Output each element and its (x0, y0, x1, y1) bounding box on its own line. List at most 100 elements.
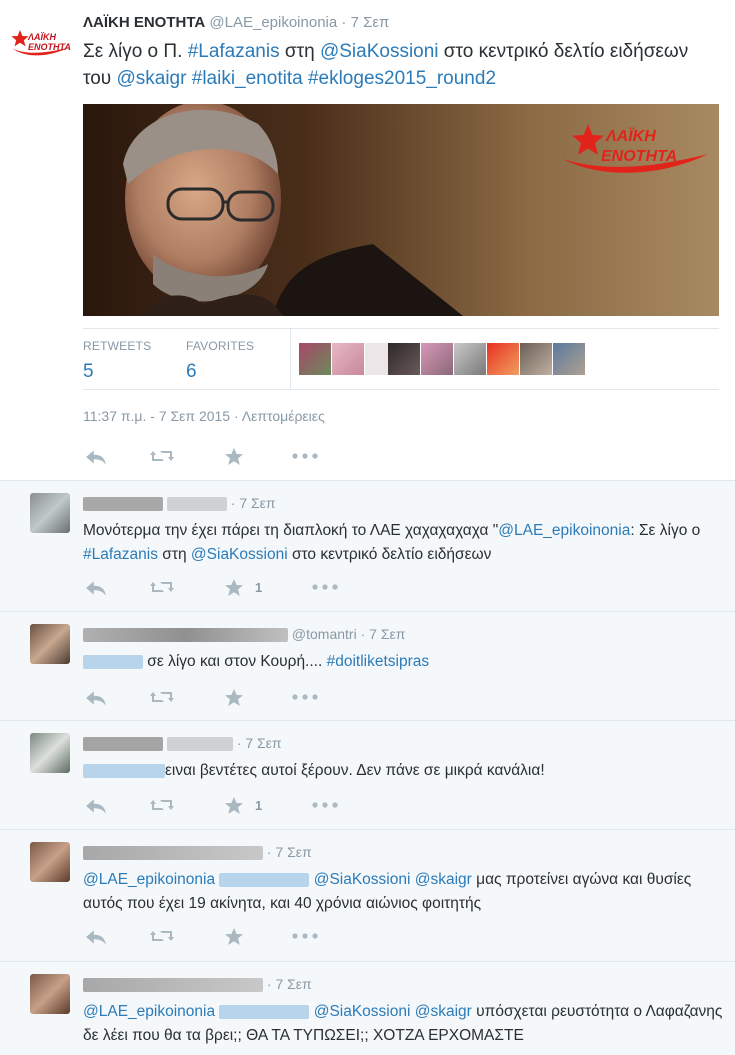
favorite-count: 1 (255, 798, 263, 813)
star-icon (224, 796, 244, 815)
blurred-name (83, 628, 288, 643)
avatar[interactable] (553, 343, 585, 375)
reply-header: @tomantri · 7 Σεπ (83, 626, 405, 644)
retweet-button[interactable] (149, 797, 175, 817)
star-icon (224, 447, 244, 466)
hashtag-lafazanis[interactable]: #Lafazanis (188, 41, 280, 62)
retweets-stat[interactable]: RETWEETS 5 (83, 339, 151, 383)
reply-time[interactable]: 7 Σεπ (239, 495, 275, 511)
avatar[interactable] (421, 343, 453, 375)
reply-tweet[interactable]: · 7 Σεπ Μονότερμα την έχει πάρει τη διαπ… (0, 481, 735, 612)
star-icon (224, 688, 244, 707)
blurred-mention (83, 654, 143, 669)
reply-tweet[interactable]: · 7 Σεπ @LAE_epikoinonia @SiaKossioni @s… (0, 962, 735, 1055)
more-button[interactable] (292, 453, 318, 473)
tweet-photo[interactable]: ΛΑΪΚΗ ΕΝΟΤΗΤΑ (83, 104, 719, 316)
mention-skaigr[interactable]: @skaigr (116, 68, 186, 89)
blurred-mention (219, 872, 310, 887)
tweet-stats: RETWEETS 5 FAVORITES 6 (83, 328, 719, 390)
tweet-text: Σε λίγο ο Π. #Lafazanis στη @SiaKossioni… (83, 38, 713, 92)
avatar[interactable] (299, 343, 331, 375)
reply-header: · 7 Σεπ (83, 735, 282, 753)
reply-tweet[interactable]: · 7 Σεπ ειναι βεντέτες αυτοί ξέρουν. Δεν… (0, 721, 735, 830)
main-tweet[interactable]: ΛΑΪΚΗ ΕΝΟΤΗΤΑ ΛΑΪΚΗ ΕΝΟΤΗΤΑ @LAE_epikoin… (0, 0, 735, 481)
author-fullname[interactable]: ΛΑΪΚΗ ΕΝΟΤΗΤΑ (83, 14, 205, 31)
reply-time[interactable]: 7 Σεπ (275, 844, 311, 860)
hashtag-ekloges2015[interactable]: #ekloges2015_round2 (308, 68, 496, 89)
avatar[interactable] (332, 343, 364, 375)
favorite-button[interactable] (224, 688, 244, 708)
favorite-button[interactable]: 1 (224, 796, 262, 816)
avatar[interactable] (454, 343, 486, 375)
author-handle[interactable]: @LAE_epikoinonia (209, 14, 337, 31)
favorite-button[interactable] (224, 447, 244, 467)
favorites-count[interactable]: 6 (186, 361, 254, 383)
hashtag-laiki-enotita[interactable]: #laiki_enotita (192, 68, 303, 89)
more-button[interactable] (292, 694, 318, 714)
mention-siakossioni[interactable]: @SiaKossioni (191, 546, 288, 563)
reply-tweet[interactable]: @tomantri · 7 Σεπ σε λίγο και στον Κουρή… (0, 612, 735, 721)
avatar[interactable] (30, 624, 70, 664)
reply-text-part: Μονότερμα την έχει πάρει τη διαπλοκή το … (83, 522, 499, 539)
more-button[interactable] (312, 584, 338, 604)
mention-skaigr[interactable]: @skaigr (415, 871, 472, 888)
blurred-mention (83, 763, 165, 778)
mention-skaigr[interactable]: @skaigr (415, 1003, 472, 1020)
reply-handle[interactable]: @tomantri (292, 626, 357, 642)
reply-text-part: στο κεντρικό δελτίο ειδήσεων (287, 546, 492, 563)
blurred-name (83, 497, 163, 512)
mention-lae-epikoinonia[interactable]: @LAE_epikoinonia (83, 1003, 215, 1020)
more-button[interactable] (292, 933, 318, 953)
mention-siakossioni[interactable]: @SiaKossioni (320, 41, 439, 62)
reply-button[interactable] (85, 797, 107, 817)
photo-logo-bottom: ΕΝΟΤΗΤΑ (601, 148, 677, 165)
reply-time[interactable]: 7 Σεπ (369, 626, 405, 642)
retweet-icon (149, 689, 175, 705)
avatar[interactable] (487, 343, 519, 375)
reply-text-part: ειναι βεντέτες αυτοί ξέρουν. Δεν πάνε σε… (165, 762, 545, 779)
favorites-stat[interactable]: FAVORITES 6 (186, 339, 254, 383)
laiki-enotita-logo[interactable]: ΛΑΪΚΗ ΕΝΟΤΗΤΑ (10, 28, 72, 62)
reply-button[interactable] (85, 448, 107, 468)
hashtag-doitliketsipras[interactable]: #doitliketsipras (327, 653, 430, 670)
mention-siakossioni[interactable]: @SiaKossioni (314, 871, 411, 888)
retweet-icon (149, 928, 175, 944)
tweet-header: ΛΑΪΚΗ ΕΝΟΤΗΤΑ @LAE_epikoinonia · 7 Σεπ (83, 14, 389, 31)
retweet-button[interactable] (149, 689, 175, 709)
reply-button[interactable] (85, 928, 107, 948)
hashtag-lafazanis[interactable]: #Lafazanis (83, 546, 158, 563)
avatar[interactable] (30, 842, 70, 882)
mention-lae-epikoinonia[interactable]: @LAE_epikoinonia (498, 522, 630, 539)
favorite-button[interactable] (224, 927, 244, 947)
mention-lae-epikoinonia[interactable]: @LAE_epikoinonia (83, 871, 215, 888)
mention-siakossioni[interactable]: @SiaKossioni (314, 1003, 411, 1020)
avatar[interactable] (520, 343, 552, 375)
tweet-text-part: στη (279, 41, 320, 62)
tweet-timestamp[interactable]: 11:37 π.μ. - 7 Σεπ 2015 · Λεπτομέρειες (83, 408, 325, 424)
reply-time[interactable]: 7 Σεπ (275, 976, 311, 992)
reply-button[interactable] (85, 579, 107, 599)
reply-time[interactable]: 7 Σεπ (245, 735, 281, 751)
retweets-label: RETWEETS (83, 339, 152, 353)
reply-icon (85, 579, 107, 597)
blurred-name (83, 846, 263, 861)
star-icon (224, 578, 244, 597)
avatar[interactable] (30, 493, 70, 533)
avatar[interactable] (388, 343, 420, 375)
more-icon (292, 694, 318, 700)
tweet-time[interactable]: 7 Σεπ (351, 14, 390, 31)
avatar[interactable] (30, 974, 70, 1014)
retweets-count[interactable]: 5 (83, 361, 151, 383)
reply-tweet[interactable]: · 7 Σεπ @LAE_epikoinonia @SiaKossioni @s… (0, 830, 735, 962)
reply-text: @LAE_epikoinonia @SiaKossioni @skaigr μα… (83, 868, 723, 916)
tweet-text-part: Σε λίγο ο Π. (83, 41, 188, 62)
retweet-button[interactable] (149, 928, 175, 948)
more-button[interactable] (312, 802, 338, 822)
favorite-button[interactable]: 1 (224, 578, 262, 598)
retweet-icon (149, 797, 175, 813)
retweet-button[interactable] (149, 579, 175, 599)
reply-button[interactable] (85, 689, 107, 709)
avatar[interactable] (30, 733, 70, 773)
retweet-button[interactable] (149, 448, 175, 468)
more-icon (292, 453, 318, 459)
